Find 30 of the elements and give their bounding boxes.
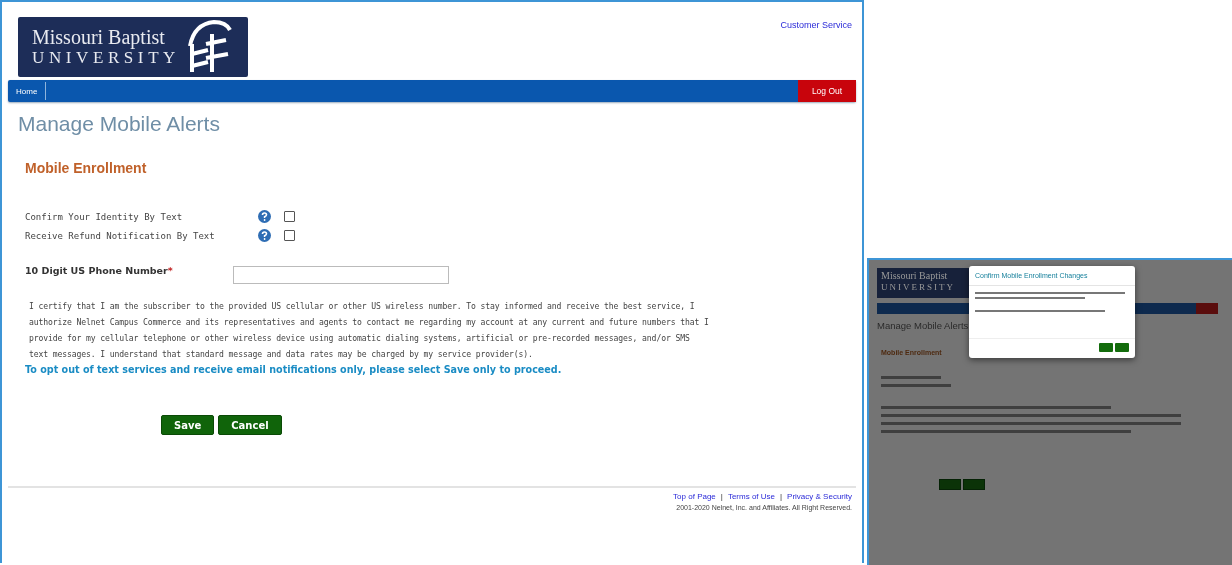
logout-button[interactable]: Log Out	[798, 80, 856, 102]
page-title: Manage Mobile Alerts	[18, 112, 221, 136]
logo-subtitle: UNIVERSITY	[32, 48, 180, 68]
logo-name: Missouri Baptist	[881, 270, 949, 281]
phone-input-field[interactable]	[233, 266, 449, 284]
cancel-button[interactable]: Cancel	[218, 415, 282, 435]
link-separator: |	[780, 492, 783, 501]
page-title: Manage Mobile Alerts	[877, 320, 970, 331]
checkbox[interactable]	[284, 230, 295, 241]
consent-paragraph: I certify that I am the subscriber to the provided US cellular or other US wireless number. To stay informed and receive the best service, I authorize Nelnet Campus Commerce and its representatives and agents to contact me regarding my account at any current and future numbers that I provide for my cellular telephone or other wireless device using automatic dialing systems, artificial or pre-recorded messages, and/or SMS text messages. I understand that standard message and data rates may be charged by my service provider(s).	[29, 300, 709, 361]
logo-subtitle: UNIVERSITY	[881, 281, 956, 293]
opt-out-note: To opt out of text services and receive email notifications only, please select Save only to proceed.	[25, 364, 563, 375]
checkbox[interactable]	[284, 211, 295, 222]
help-icon[interactable]	[258, 210, 271, 223]
text-line	[881, 376, 941, 379]
text-line	[881, 384, 951, 387]
customer-service-link[interactable]: Customer Service	[780, 20, 852, 30]
help-icon[interactable]	[258, 229, 271, 242]
home-tab[interactable]: Home	[8, 82, 47, 100]
footer-link[interactable]: Top of Page	[673, 492, 716, 501]
save-button[interactable]: Save	[161, 415, 215, 435]
section-heading: Mobile Enrollment	[25, 160, 148, 176]
emblem-icon	[186, 20, 232, 74]
link-separator: |	[720, 492, 723, 501]
option-label: Confirm Your Identity By Text	[25, 211, 184, 222]
phone-label: 10 Digit US Phone Number*	[25, 265, 174, 276]
option-label: Receive Refund Notification By Text	[25, 230, 216, 241]
footer-link[interactable]: Terms of Use	[727, 492, 775, 501]
logo-name: Missouri Baptist	[32, 26, 166, 48]
footer-link[interactable]: Privacy & Security	[787, 492, 852, 501]
